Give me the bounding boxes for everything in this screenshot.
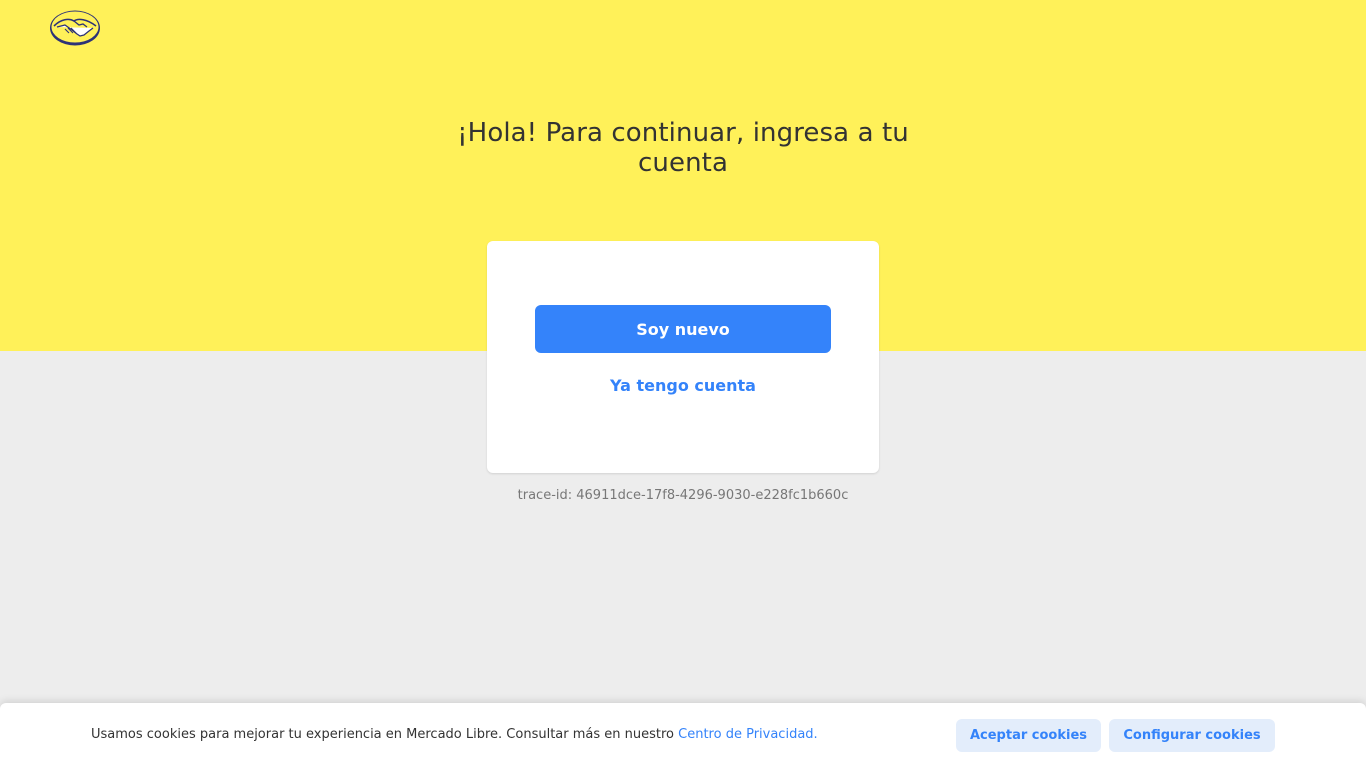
page: ¡Hola! Para continuar, ingresa a tu cuen… bbox=[0, 0, 1366, 768]
soy-nuevo-button[interactable]: Soy nuevo bbox=[535, 305, 831, 353]
privacy-center-link[interactable]: Centro de Privacidad. bbox=[678, 727, 818, 742]
cookie-banner: Usamos cookies para mejorar tu experienc… bbox=[0, 703, 1366, 768]
ya-tengo-cuenta-button[interactable]: Ya tengo cuenta bbox=[535, 365, 831, 405]
accept-cookies-button[interactable]: Aceptar cookies bbox=[956, 719, 1101, 752]
cookie-message-text: Usamos cookies para mejorar tu experienc… bbox=[91, 727, 679, 742]
mercado-libre-logo-icon[interactable] bbox=[49, 9, 101, 47]
configure-cookies-button[interactable]: Configurar cookies bbox=[1109, 719, 1275, 752]
trace-id: trace-id: 46911dce-17f8-4296-9030-e228fc… bbox=[517, 488, 849, 503]
auth-card: Soy nuevo Ya tengo cuenta bbox=[487, 241, 879, 473]
page-title: ¡Hola! Para continuar, ingresa a tu cuen… bbox=[457, 118, 909, 178]
cookie-message: Usamos cookies para mejorar tu experienc… bbox=[91, 727, 818, 742]
